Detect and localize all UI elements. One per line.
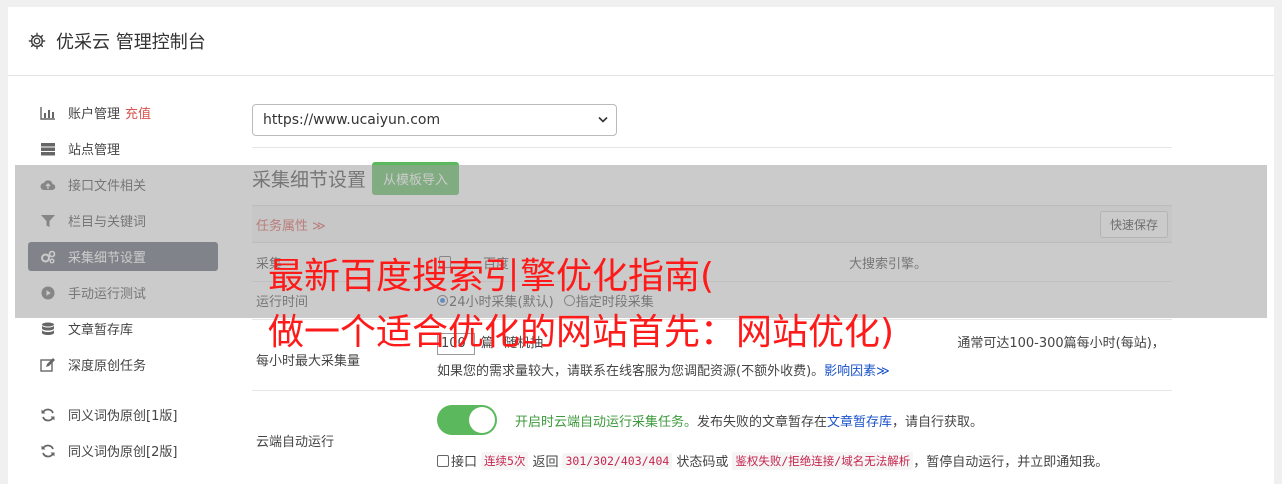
- edit-icon: [40, 357, 56, 372]
- refresh-icon: [40, 408, 56, 422]
- server-icon: [40, 142, 56, 156]
- code-status: 301/302/403/404: [562, 452, 673, 469]
- code-consecutive: 连续5次: [481, 451, 529, 470]
- pause-mid1: 返回: [532, 455, 559, 470]
- max-capacity-note: 如果您的需求量较大，请联系在线客服为您调配资源(不额外收费)。: [437, 364, 825, 379]
- sidebar-item-manual-run[interactable]: 手动运行测试: [28, 278, 218, 307]
- sidebar-item-account[interactable]: 账户管理 充值: [28, 98, 218, 127]
- cloud-desc-1: 发布失败的文章暂存在: [697, 414, 828, 430]
- quick-save-button[interactable]: 快速保存: [1099, 210, 1168, 238]
- article-store-link[interactable]: 文章暂存库: [827, 411, 892, 430]
- sidebar-item-collect-settings[interactable]: 采集细节设置: [28, 242, 218, 271]
- recharge-link[interactable]: 充值: [125, 103, 151, 122]
- site-select[interactable]: https://www.ucaiyun.com: [252, 104, 617, 136]
- sidebar-item-synonym-v1[interactable]: 同义词伪原创[1版]: [28, 400, 218, 429]
- sidebar-item-label: 站点管理: [68, 143, 121, 158]
- overlay-banner-line1: 最新百度搜索引擎优化指南(: [268, 256, 715, 297]
- import-from-template-button[interactable]: 从模板导入: [372, 162, 460, 195]
- page-title: 优采云 管理控制台: [56, 32, 206, 53]
- sidebar-item-deep-original[interactable]: 深度原创任务: [28, 350, 218, 379]
- section-title: 采集细节设置: [252, 169, 367, 191]
- sidebar-item-label: 同义词伪原创[1版]: [68, 409, 178, 424]
- section-header: 采集细节设置 从模板导入: [252, 162, 1172, 195]
- pause-mid2: 状态码或: [676, 455, 729, 470]
- source-text-tail: 大搜索引擎。: [849, 256, 928, 272]
- database-icon: [40, 322, 56, 336]
- tab-task-properties[interactable]: 任务属性 ≫: [256, 215, 326, 234]
- code-errors: 鉴权失败/拒绝连接/域名无法解析: [732, 451, 914, 470]
- impact-factors-link[interactable]: 影响因素≫: [824, 364, 890, 379]
- sidebar-item-label: 账户管理: [68, 107, 121, 122]
- task-properties-bar: 任务属性 ≫ 快速保存: [252, 205, 1172, 243]
- cloud-upload-icon: [40, 178, 56, 192]
- row-label: 云端自动运行: [256, 434, 335, 450]
- play-icon: [40, 286, 56, 300]
- cloud-desc-2: ，请自行获取。: [892, 414, 984, 430]
- sidebar-item-article-store[interactable]: 文章暂存库: [28, 314, 218, 343]
- sidebar-item-label: 手动运行测试: [68, 287, 147, 302]
- sidebar-item-interface-files[interactable]: 接口文件相关: [28, 170, 218, 199]
- cloud-desc-green: 开启时云端自动运行采集任务。: [515, 414, 698, 430]
- sidebar-item-sites[interactable]: 站点管理: [28, 134, 218, 163]
- sidebar-item-label: 接口文件相关: [68, 179, 147, 194]
- console-header: 优采云 管理控制台: [8, 7, 1274, 76]
- row-cloud-auto-run: 云端自动运行 开启时云端自动运行采集任务。 发布失败的文章暂存在 文章暂存库 ，…: [252, 391, 1172, 481]
- refresh-icon: [40, 444, 56, 458]
- sidebar-item-label: 同义词伪原创[2版]: [68, 445, 178, 460]
- pause-on-error-checkbox[interactable]: [437, 454, 449, 467]
- sidebar-item-label: 栏目与关键词: [68, 215, 147, 230]
- filter-icon: [40, 214, 56, 228]
- overlay-banner-line2: 做一个适合优化的网站首先：网站优化): [268, 312, 895, 353]
- pause-chk-label: 接口: [451, 455, 478, 470]
- site-select-value: https://www.ucaiyun.com: [263, 112, 441, 128]
- sidebar-item-label: 深度原创任务: [68, 359, 147, 374]
- sidebar-item-label: 采集细节设置: [68, 251, 147, 266]
- sidebar-item-label: 文章暂存库: [68, 323, 134, 338]
- bar-chart-icon: [40, 106, 56, 120]
- chevron-down-icon: [598, 116, 608, 123]
- sidebar-item-columns-keywords[interactable]: 栏目与关键词: [28, 206, 218, 235]
- cloud-auto-run-toggle[interactable]: [437, 405, 497, 435]
- pause-tail: ，暂停自动运行，并立即通知我。: [913, 455, 1109, 470]
- sidebar-item-synonym-v2[interactable]: 同义词伪原创[2版]: [28, 436, 218, 465]
- sidebar-nav: 账户管理 充值 站点管理 接口文件相关 栏目与关键词 采集细节设置 手动运行测试…: [28, 98, 218, 472]
- gears-icon: [40, 250, 56, 264]
- gear-icon: [28, 32, 46, 50]
- max-range-text: 通常可达100-300篇每小时(每站)，: [957, 336, 1165, 351]
